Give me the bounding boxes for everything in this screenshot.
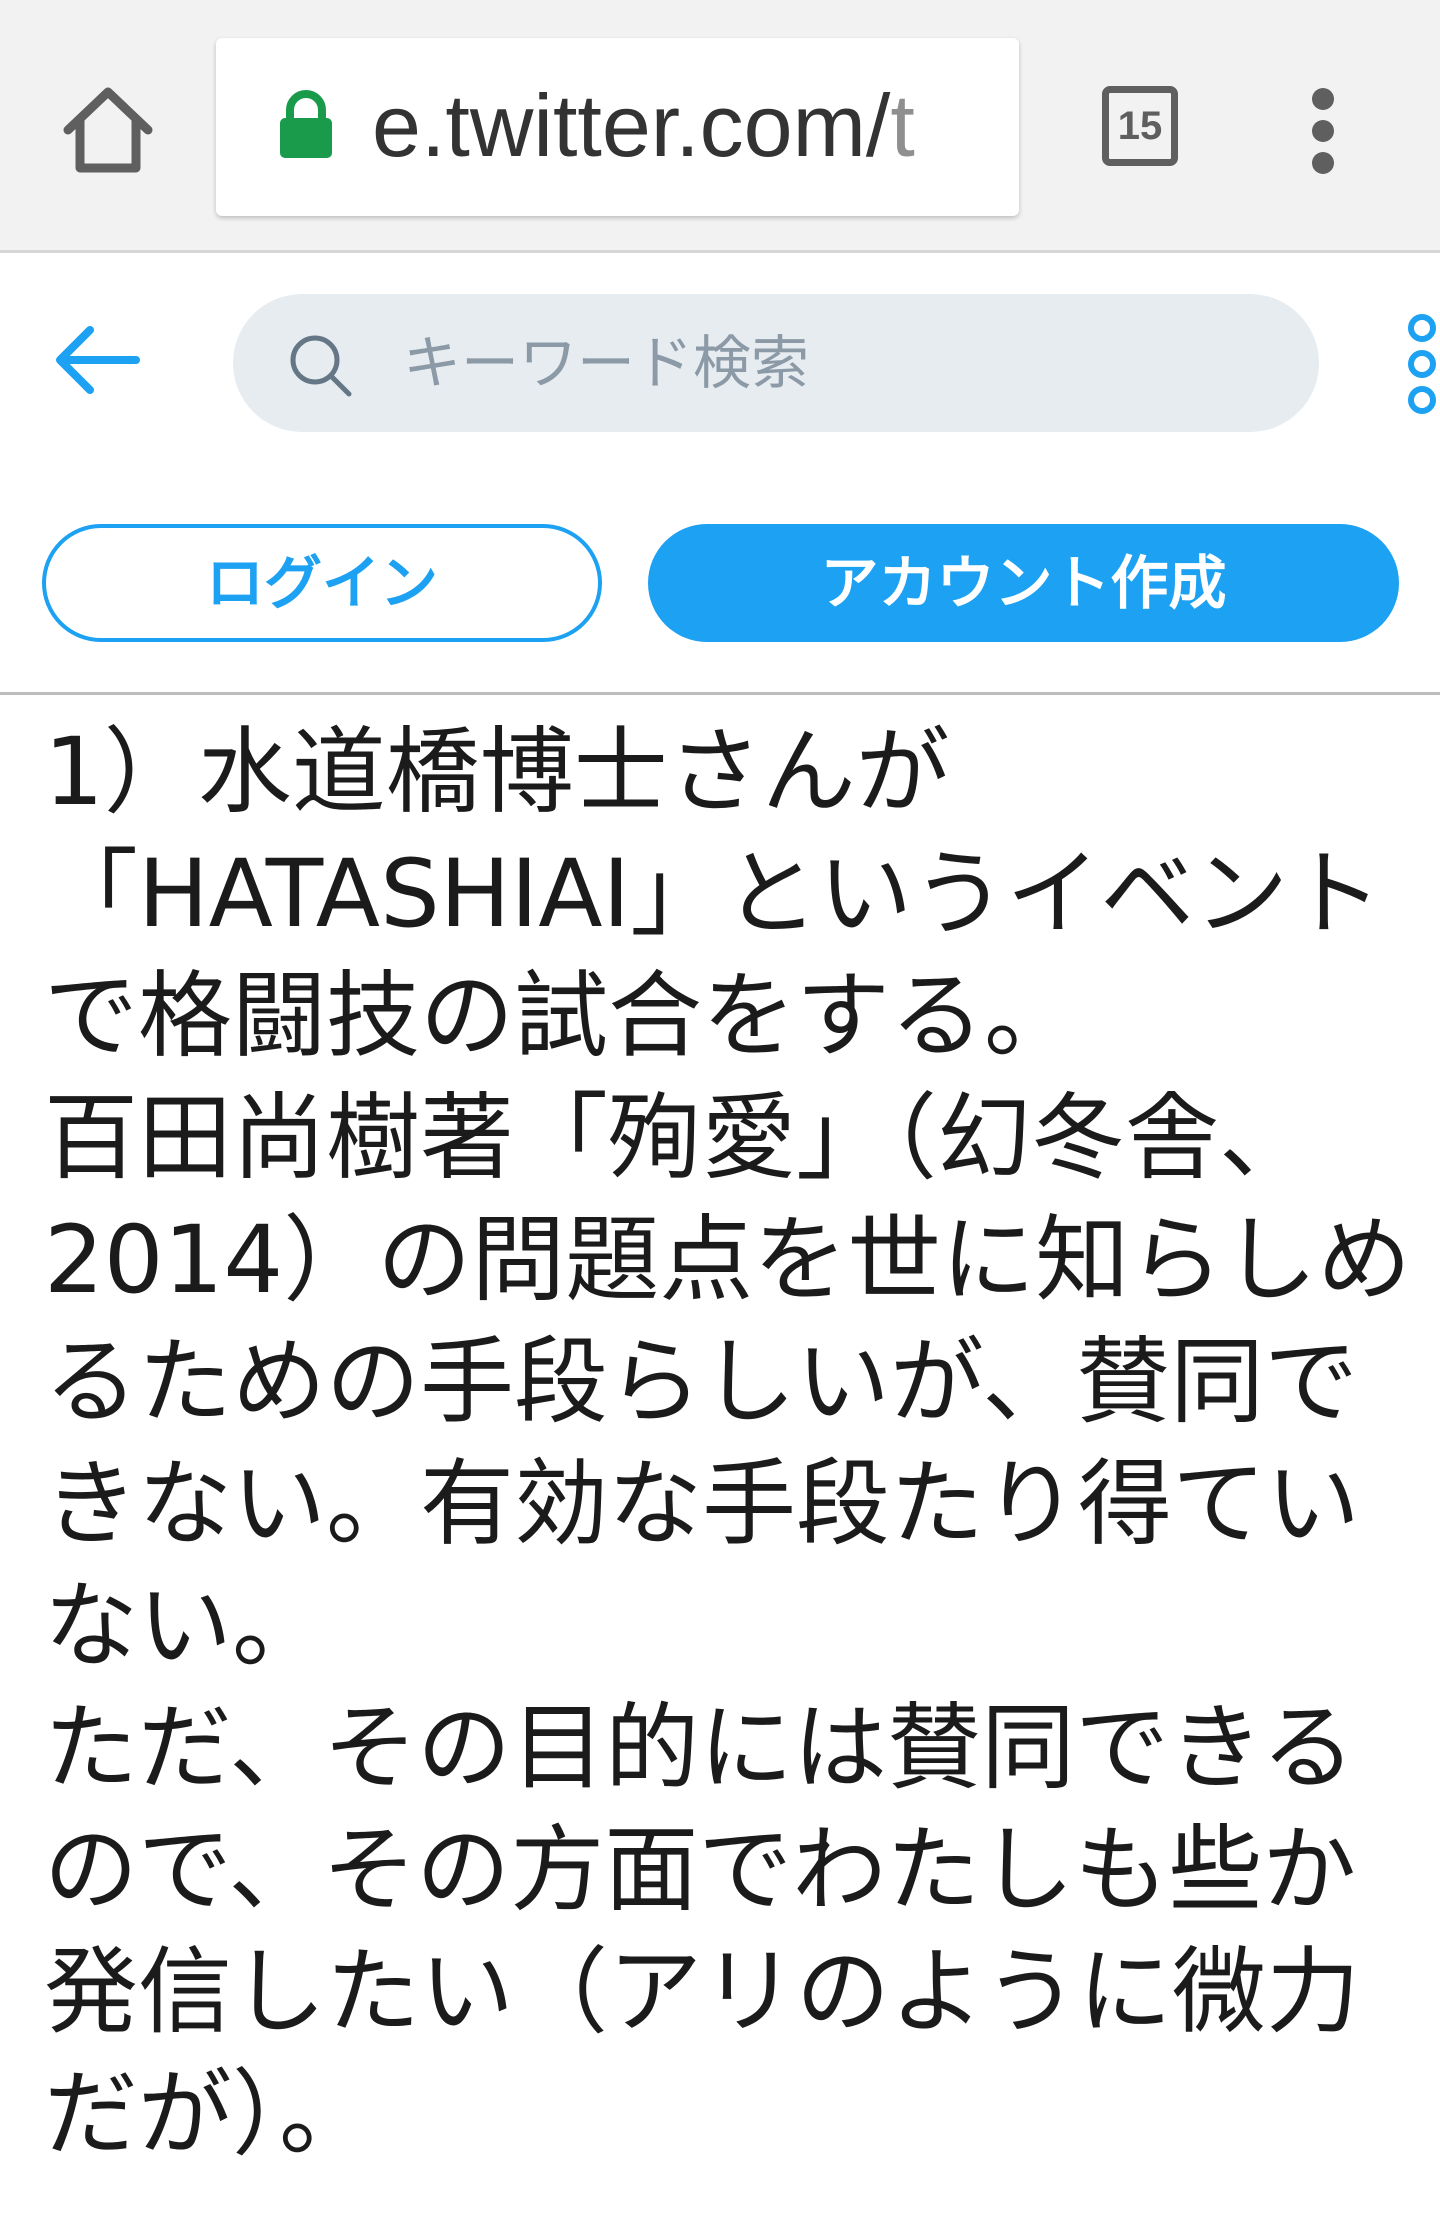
tweet-line: で格闘技の試合をする。: [44, 962, 1079, 1071]
tweet-line: ので、その方面でわたしも些か: [44, 1816, 1357, 1925]
header-divider: [0, 692, 1440, 695]
tweet-line: 1）水道橋博士さんが: [44, 718, 950, 827]
home-button[interactable]: [58, 80, 158, 180]
back-arrow-icon: [56, 326, 140, 394]
more-dot: [1408, 350, 1436, 378]
back-button[interactable]: [52, 320, 144, 400]
search-input[interactable]: キーワード検索: [233, 294, 1319, 432]
tweet-line: ただ、その目的には賛同できる: [44, 1694, 1356, 1803]
tweet-line: だが）。: [44, 2060, 374, 2169]
home-icon: [63, 87, 153, 173]
search-placeholder: キーワード検索: [403, 329, 810, 397]
tab-count: 15: [1117, 104, 1163, 148]
signup-button[interactable]: アカウント作成: [648, 524, 1399, 642]
tweet-line: 発信したい（アリのように微力: [44, 1938, 1361, 2047]
menu-dot: [1312, 120, 1334, 142]
tweet-line: きない。有効な手段たり得てい: [44, 1450, 1361, 1559]
overflow-menu-button[interactable]: [1308, 88, 1344, 174]
search-icon: [290, 335, 352, 397]
more-options-button[interactable]: [1402, 312, 1440, 422]
browser-toolbar: e.twitter.com/t 15: [0, 0, 1440, 253]
tweet-line: 2014）の問題点を世に知らしめ: [44, 1206, 1412, 1315]
tab-switcher-button[interactable]: 15: [1102, 86, 1178, 166]
tweet-text: 1）水道橋博士さんが 「HATASHIAI」というイベント で格闘技の試合をする…: [44, 712, 1414, 2176]
more-dot: [1408, 386, 1436, 414]
tweet-line: 「HATASHIAI」というイベント: [44, 840, 1383, 949]
address-bar[interactable]: e.twitter.com/t: [216, 38, 1019, 216]
menu-dot: [1312, 152, 1334, 174]
more-options-icon: [1408, 314, 1436, 342]
overflow-menu-icon: [1312, 88, 1334, 110]
tweet-line: 百田尚樹著「殉愛」（幻冬舎、: [44, 1084, 1314, 1193]
lock-icon: [280, 90, 332, 158]
login-button[interactable]: ログイン: [42, 524, 602, 642]
url-text: e.twitter.com/t: [372, 76, 915, 176]
url-main: e.twitter.com/: [372, 76, 891, 175]
tweet-line: ない。: [44, 1572, 327, 1681]
tweet-line: るための手段らしいが、賛同で: [44, 1328, 1359, 1437]
url-tail: t: [890, 76, 915, 175]
